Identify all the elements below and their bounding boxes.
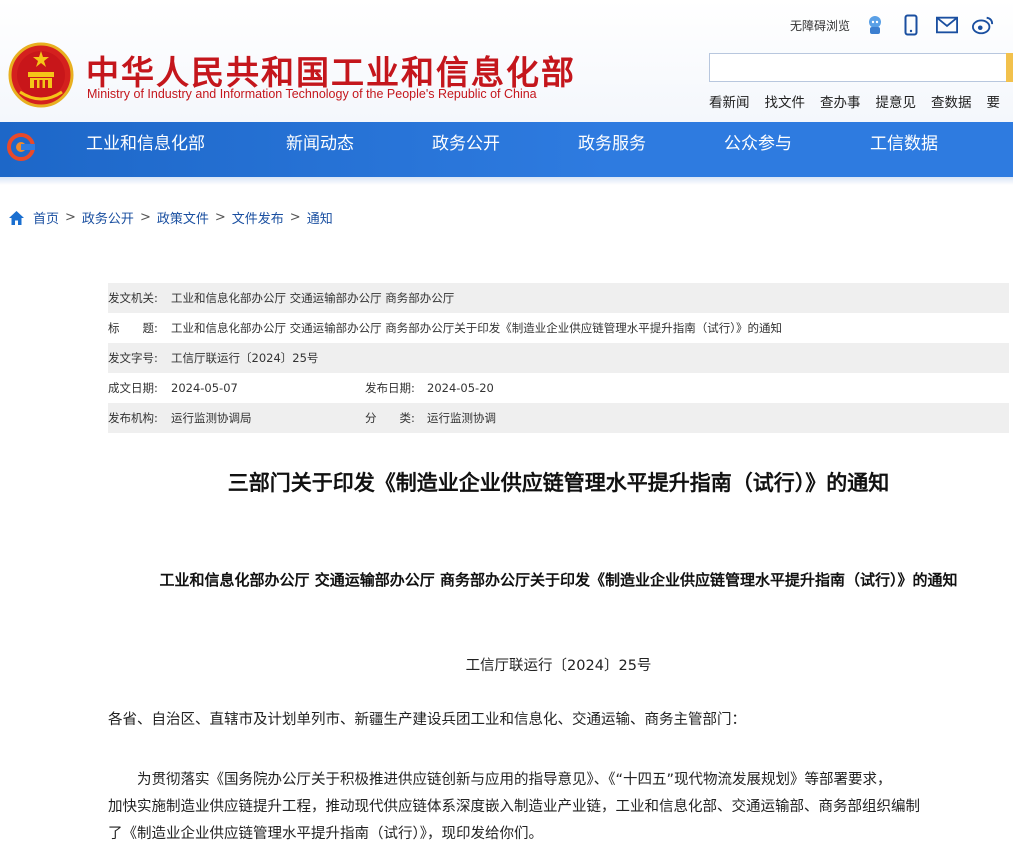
nav-item-participation[interactable]: 公众参与 bbox=[724, 122, 792, 177]
breadcrumb-public-affairs[interactable]: 政务公开 bbox=[82, 208, 134, 227]
breadcrumb-separator: > bbox=[139, 210, 151, 225]
issuer-label: 发文机关: bbox=[108, 291, 158, 305]
nav-item-ministry[interactable]: 工业和信息化部 bbox=[86, 122, 205, 177]
breadcrumb-separator: > bbox=[289, 210, 301, 225]
article-title: 三部门关于印发《制造业企业供应链管理水平提升指南（试行）》的通知 bbox=[227, 471, 890, 495]
article-subtitle: 工业和信息化部办公厅 交通运输部办公厅 商务部办公厅关于印发《制造业企业供应链管… bbox=[159, 571, 958, 589]
accessibility-link[interactable]: 无障碍浏览 bbox=[790, 17, 850, 34]
info-row-org: 发布机构: 运行监测协调局 分 类: 运行监测协调 bbox=[108, 403, 1009, 433]
published-label: 发布日期: bbox=[365, 381, 415, 395]
quick-link-feedback[interactable]: 提意见 bbox=[876, 91, 917, 111]
nav-item-public-affairs[interactable]: 政务公开 bbox=[432, 122, 500, 177]
docno-label: 发文字号: bbox=[108, 351, 158, 365]
site-subtitle: Ministry of Industry and Information Tec… bbox=[87, 87, 537, 101]
weibo-icon[interactable] bbox=[972, 14, 994, 36]
category-value: 运行监测协调 bbox=[427, 411, 496, 425]
created-label: 成文日期: bbox=[108, 381, 158, 395]
top-toolbar: 无障碍浏览 bbox=[790, 14, 994, 36]
title-value: 工业和信息化部办公厅 交通运输部办公厅 商务部办公厅关于印发《制造业企业供应链管… bbox=[171, 321, 783, 335]
site-header: 中华人民共和国工业和信息化部 Ministry of Industry and … bbox=[0, 0, 1013, 122]
issuer-value: 工业和信息化部办公厅 交通运输部办公厅 商务部办公厅 bbox=[171, 291, 455, 305]
quick-link-services[interactable]: 查办事 bbox=[820, 91, 861, 111]
breadcrumb-separator: > bbox=[214, 210, 226, 225]
home-icon[interactable] bbox=[8, 210, 25, 226]
robot-icon[interactable] bbox=[864, 14, 886, 36]
mobile-icon[interactable] bbox=[900, 14, 922, 36]
body-line: 加快实施制造业供应链提升工程，推动现代供应链体系深度嵌入制造业产业链，工业和信息… bbox=[108, 799, 920, 815]
created-value: 2024-05-07 bbox=[171, 381, 238, 395]
breadcrumb: 首页 > 政务公开 > 政策文件 > 文件发布 > 通知 bbox=[8, 208, 333, 227]
national-emblem-icon[interactable] bbox=[8, 42, 74, 108]
nav-shadow bbox=[0, 177, 1013, 185]
ministry-logo-icon[interactable] bbox=[7, 133, 35, 161]
org-label: 发布机构: bbox=[108, 411, 158, 425]
breadcrumb-policy-files[interactable]: 政策文件 bbox=[157, 208, 209, 227]
info-row-title: 标 题: 工业和信息化部办公厅 交通运输部办公厅 商务部办公厅关于印发《制造业企… bbox=[108, 313, 1009, 343]
published-value: 2024-05-20 bbox=[427, 381, 494, 395]
quick-link-news[interactable]: 看新闻 bbox=[709, 91, 750, 111]
search-input[interactable] bbox=[709, 53, 1009, 82]
breadcrumb-notice[interactable]: 通知 bbox=[307, 208, 333, 227]
article-body-paragraph: 为贯彻落实《国务院办公厅关于积极推进供应链创新与应用的指导意见》、《“十四五”现… bbox=[108, 767, 1009, 848]
quick-link-more[interactable]: 要 bbox=[987, 91, 1001, 111]
breadcrumb-file-release[interactable]: 文件发布 bbox=[232, 208, 284, 227]
info-row-issuer: 发文机关: 工业和信息化部办公厅 交通运输部办公厅 商务部办公厅 bbox=[108, 283, 1009, 313]
quick-link-files[interactable]: 找文件 bbox=[765, 91, 806, 111]
article-addressee: 各省、自治区、直辖市及计划单列市、新疆生产建设兵团工业和信息化、交通运输、商务主… bbox=[108, 712, 746, 728]
body-line: 为贯彻落实《国务院办公厅关于积极推进供应链创新与应用的指导意见》、《“十四五”现… bbox=[108, 772, 892, 788]
category-label: 分 类: bbox=[365, 411, 415, 425]
main-nav: 工业和信息化部 新闻动态 政务公开 政务服务 公众参与 工信数据 bbox=[0, 122, 1013, 177]
nav-item-data[interactable]: 工信数据 bbox=[870, 122, 938, 177]
nav-item-services[interactable]: 政务服务 bbox=[578, 122, 646, 177]
info-row-dates: 成文日期: 2024-05-07 发布日期: 2024-05-20 bbox=[108, 373, 1009, 403]
breadcrumb-home[interactable]: 首页 bbox=[33, 208, 59, 227]
quick-link-data[interactable]: 查数据 bbox=[931, 91, 972, 111]
search-button[interactable] bbox=[1006, 53, 1013, 82]
nav-item-news[interactable]: 新闻动态 bbox=[286, 122, 354, 177]
document-info-table: 发文机关: 工业和信息化部办公厅 交通运输部办公厅 商务部办公厅 标 题: 工业… bbox=[108, 283, 1009, 433]
info-row-docno: 发文字号: 工信厅联运行〔2024〕25号 bbox=[108, 343, 1009, 373]
breadcrumb-separator: > bbox=[65, 210, 76, 225]
docno-value: 工信厅联运行〔2024〕25号 bbox=[171, 351, 319, 365]
quick-links: 看新闻 找文件 查办事 提意见 查数据 要 bbox=[709, 91, 1013, 111]
title-label: 标 题: bbox=[108, 321, 158, 335]
org-value: 运行监测协调局 bbox=[171, 411, 252, 425]
article-doc-number: 工信厅联运行〔2024〕25号 bbox=[465, 658, 652, 674]
mail-icon[interactable] bbox=[936, 14, 959, 36]
body-line: 了《制造业企业供应链管理水平提升指南（试行）》，现印发给你们。 bbox=[108, 826, 543, 842]
